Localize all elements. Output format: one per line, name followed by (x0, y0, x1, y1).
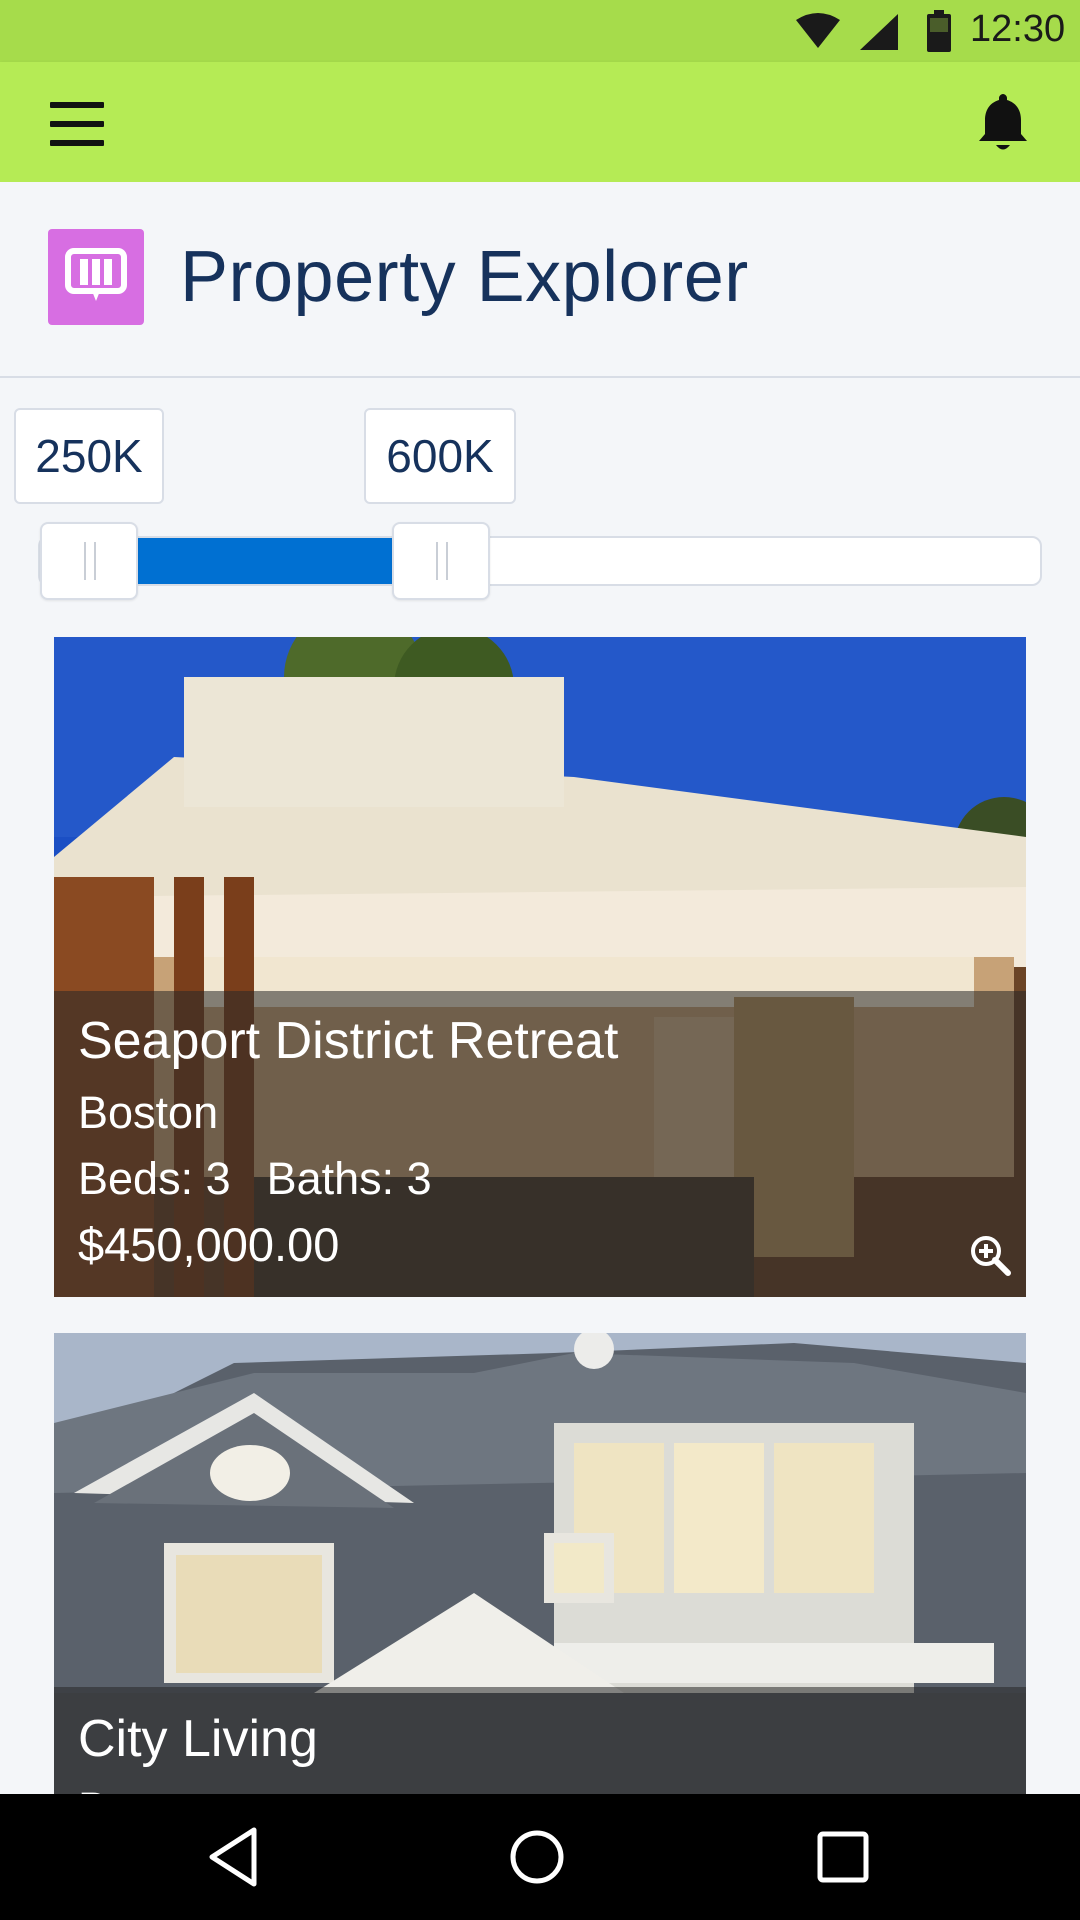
max-price-handle[interactable] (392, 522, 490, 600)
hamburger-menu-icon[interactable] (38, 92, 118, 156)
home-icon[interactable] (504, 1824, 570, 1890)
property-explorer-icon (48, 229, 144, 325)
wifi-icon (796, 13, 840, 48)
page-title: Property Explorer (180, 237, 749, 317)
property-city: Boston (78, 1087, 219, 1138)
recent-apps-icon[interactable] (810, 1824, 876, 1890)
status-bar: 12:30 (0, 0, 1080, 62)
property-specs: Beds: 3 Baths: 3 (78, 1153, 432, 1205)
page-header: Property Explorer (0, 182, 1080, 378)
property-title: City Living (78, 1710, 318, 1768)
min-price-label: 250K (14, 408, 164, 504)
property-title: Seaport District Retreat (78, 1012, 619, 1070)
system-navigation-bar (0, 1794, 1080, 1920)
zoom-in-icon[interactable] (968, 1233, 1012, 1277)
cell-signal-icon (860, 14, 898, 50)
property-baths: Baths: 3 (266, 1153, 432, 1204)
app-bar (0, 62, 1080, 182)
back-icon[interactable] (202, 1824, 268, 1890)
price-range-fill (88, 538, 440, 584)
bell-icon[interactable] (968, 88, 1038, 158)
battery-icon (927, 10, 951, 52)
property-explorer-screen: 12:30 Property Explorer 250K 600K Seapor… (0, 0, 1080, 1920)
max-price-label: 600K (364, 408, 516, 504)
min-price-handle[interactable] (40, 522, 138, 600)
property-beds: Beds: 3 (78, 1153, 231, 1204)
property-price: $450,000.00 (78, 1218, 340, 1271)
property-card[interactable]: Seaport District Retreat Boston Beds: 3B… (54, 637, 1026, 1297)
status-time: 12:30 (970, 8, 1066, 50)
